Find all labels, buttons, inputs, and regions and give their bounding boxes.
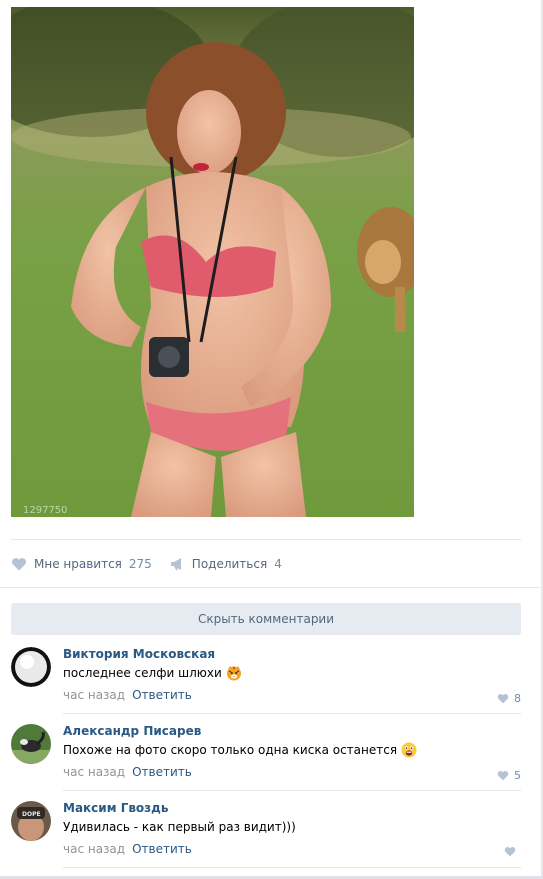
comment-time[interactable]: час назад (63, 842, 125, 856)
comment-meta: час назад Ответить (63, 841, 521, 857)
tiger-face-emoji (226, 666, 241, 681)
reply-button[interactable]: Ответить (132, 765, 192, 779)
post-photo-image: 1297750 (11, 7, 414, 517)
comment-text-content: последнее селфи шлюхи (63, 666, 222, 680)
share-button[interactable]: Поделиться 4 (170, 557, 282, 571)
svg-text:DOPE: DOPE (22, 811, 41, 818)
like-count: 275 (128, 557, 152, 571)
heart-icon (504, 847, 516, 857)
avatar-image: DOPE (11, 801, 51, 841)
avatar[interactable] (11, 647, 51, 687)
comment-time[interactable]: час назад (63, 765, 125, 779)
avatar[interactable] (11, 724, 51, 764)
heart-icon (497, 694, 509, 704)
post-photo[interactable]: 1297750 (11, 7, 414, 517)
actions-separator-bottom (0, 587, 543, 588)
avatar-image (11, 647, 51, 687)
comment-meta: час назад Ответить (63, 764, 521, 780)
comment: Александр Писарев Похоже на фото скоро т… (11, 714, 521, 791)
comment-text: Удивилась - как первый раз видит))) (63, 819, 521, 835)
comment-like-count: 5 (514, 769, 521, 782)
comment-meta: час назад Ответить (63, 687, 521, 703)
like-label: Мне нравится (34, 557, 122, 571)
share-label: Поделиться (191, 557, 268, 571)
heart-icon (11, 558, 27, 571)
avatar-image (11, 724, 51, 764)
comment-separator (63, 867, 521, 868)
actions-separator-top (11, 539, 521, 540)
comment-text: Похоже на фото скоро только одна киска о… (63, 742, 521, 758)
comment-text-content: Похоже на фото скоро только одна киска о… (63, 743, 398, 757)
comment-author[interactable]: Максим Гвоздь (63, 800, 521, 816)
like-button[interactable]: Мне нравится 275 (11, 557, 152, 571)
post-actions: Мне нравится 275 Поделиться 4 (11, 555, 300, 573)
comment-time[interactable]: час назад (63, 688, 125, 702)
megaphone-icon (170, 558, 181, 570)
comment: DOPE Максим Гвоздь Удивилась - как первы… (11, 791, 521, 868)
heart-icon (497, 771, 509, 781)
comment-author[interactable]: Виктория Московская (63, 646, 521, 662)
share-count: 4 (274, 557, 282, 571)
reply-button[interactable]: Ответить (132, 688, 192, 702)
comment-like-button[interactable]: 5 (497, 769, 521, 782)
grimacing-face-emoji (401, 742, 417, 758)
hide-comments-button[interactable]: Скрыть комментарии (11, 603, 521, 635)
comment-like-button[interactable] (504, 846, 521, 857)
svg-text:1297750: 1297750 (23, 505, 68, 516)
hide-comments-label: Скрыть комментарии (197, 612, 335, 626)
comment-text: последнее селфи шлюхи (63, 665, 521, 681)
comment: Виктория Московская последнее селфи шлюх… (11, 637, 521, 714)
reply-button[interactable]: Ответить (132, 842, 192, 856)
comment-like-count: 8 (514, 692, 521, 705)
comment-like-button[interactable]: 8 (497, 692, 521, 705)
comment-author[interactable]: Александр Писарев (63, 723, 521, 739)
comment-text-content: Удивилась - как первый раз видит))) (63, 820, 296, 834)
avatar[interactable]: DOPE (11, 801, 51, 841)
